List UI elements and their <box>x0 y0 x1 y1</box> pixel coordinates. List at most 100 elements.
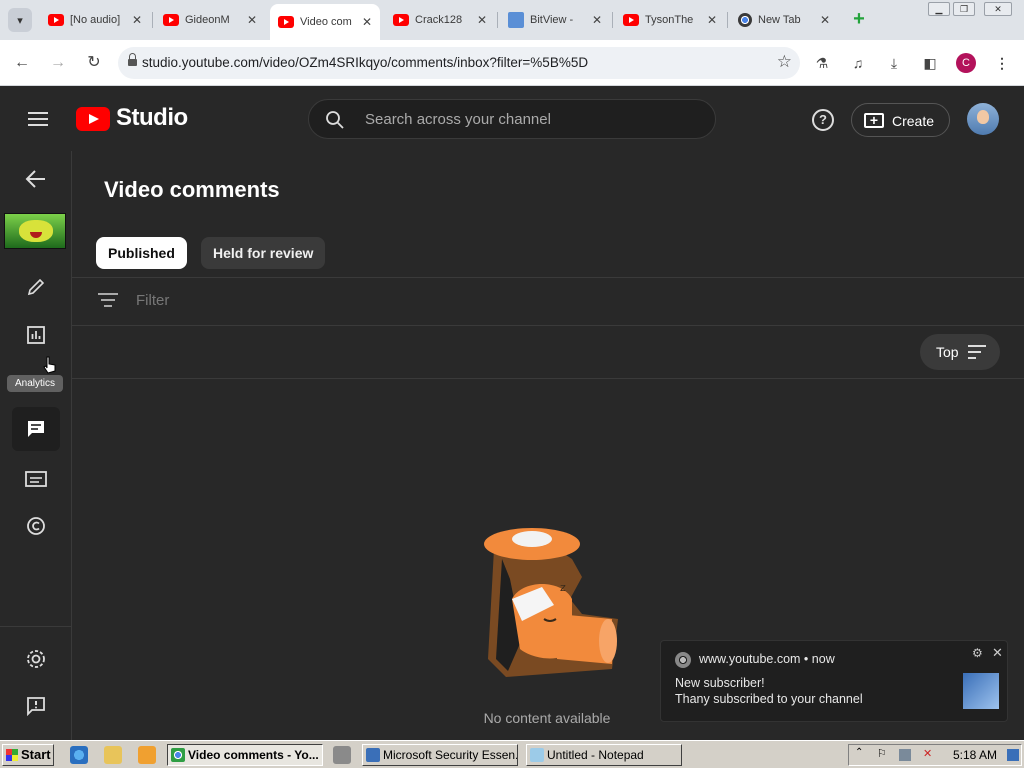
profile-avatar[interactable]: C <box>956 53 976 73</box>
subscriber-notification[interactable]: www.youtube.com • now ⚙ ✕ New subscriber… <box>660 640 1008 722</box>
clock[interactable]: 5:18 AM <box>953 748 997 762</box>
close-icon[interactable]: ✕ <box>362 15 372 29</box>
windows-flag-icon <box>6 749 18 761</box>
search-icon <box>326 111 344 129</box>
notepad-icon <box>530 748 544 762</box>
reload-icon[interactable]: ↻ <box>83 52 105 74</box>
close-icon[interactable]: ✕ <box>477 13 487 27</box>
security-shield-icon[interactable] <box>333 746 351 764</box>
restore-button[interactable]: ❐ <box>953 2 975 16</box>
tab-published[interactable]: Published <box>96 237 187 269</box>
nav-comments[interactable] <box>12 407 60 451</box>
tab-bitview[interactable]: BitView - ✕ <box>500 6 610 34</box>
labs-flask-icon[interactable]: ⚗ <box>811 52 833 74</box>
channel-search-bar[interactable]: Search across your channel <box>308 99 716 139</box>
tab-new-tab[interactable]: New Tab ✕ <box>730 6 838 34</box>
tab-label: Video com <box>300 16 352 28</box>
lock-icon[interactable] <box>128 53 137 68</box>
folder-icon[interactable] <box>104 746 122 764</box>
side-panel-icon[interactable]: ◧ <box>919 52 941 74</box>
filter-input[interactable]: Filter <box>136 292 169 309</box>
gear-icon[interactable]: ⚙ <box>972 646 983 660</box>
tab-tyson[interactable]: TysonThe ✕ <box>615 6 725 34</box>
youtube-logo-icon[interactable] <box>76 107 110 131</box>
tab-held-for-review[interactable]: Held for review <box>201 237 326 269</box>
kebab-menu-icon[interactable]: ⋮ <box>991 52 1013 74</box>
taskbar-window-label: Microsoft Security Essen... <box>383 748 518 762</box>
start-label: Start <box>21 747 51 762</box>
internet-explorer-icon[interactable] <box>70 746 88 764</box>
bookmark-star-icon[interactable]: ☆ <box>777 52 792 72</box>
help-icon[interactable]: ? <box>812 109 834 131</box>
gear-icon <box>27 650 45 668</box>
tab-crack128[interactable]: Crack128 ✕ <box>385 6 495 34</box>
empty-state-illustration: z <box>484 528 618 677</box>
new-tab-button[interactable]: + <box>848 9 870 31</box>
youtube-icon <box>278 16 294 28</box>
tab-video-comments[interactable]: Video com ✕ <box>270 4 380 40</box>
media-control-icon[interactable]: ♫ <box>847 52 869 74</box>
taskbar-window-security[interactable]: Microsoft Security Essen... <box>362 744 518 766</box>
close-icon[interactable]: ✕ <box>247 13 257 27</box>
close-icon[interactable]: ✕ <box>707 13 717 27</box>
close-icon[interactable]: ✕ <box>820 13 830 27</box>
arrow-left-icon <box>25 170 45 188</box>
video-thumbnail[interactable] <box>4 213 66 249</box>
address-toolbar: ← → ↻ studio.youtube.com/video/OZm4SRIkq… <box>0 40 1024 86</box>
close-icon[interactable]: ✕ <box>592 13 602 27</box>
notification-host: www.youtube.com <box>699 652 801 666</box>
nav-analytics[interactable] <box>12 313 60 357</box>
nav-copyright[interactable] <box>12 504 60 548</box>
sort-button[interactable]: Top <box>920 334 1000 370</box>
tab-label: BitView - <box>530 14 574 26</box>
notification-thumbnail <box>963 673 999 709</box>
forward-icon[interactable]: → <box>47 52 69 74</box>
taskbar-window-notepad[interactable]: Untitled - Notepad <box>526 744 682 766</box>
download-icon[interactable]: ⤓ <box>883 52 905 74</box>
notification-time: now <box>811 652 835 666</box>
system-tray: ⌃ ⚐ ✕ 5:18 AM <box>848 744 1022 766</box>
tab-gideon[interactable]: GideonM ✕ <box>155 6 265 34</box>
tab-search-button[interactable]: ▾ <box>8 8 32 32</box>
rail-divider <box>0 626 72 627</box>
house-shield-icon <box>366 748 380 762</box>
chrome-icon <box>738 13 752 27</box>
filter-icon[interactable] <box>98 293 118 307</box>
nav-subtitles[interactable] <box>12 457 60 501</box>
close-icon[interactable]: ✕ <box>132 13 142 27</box>
tab-no-audio[interactable]: [No audio] ✕ <box>40 6 150 34</box>
address-bar[interactable]: studio.youtube.com/video/OZm4SRIkqyo/com… <box>118 47 800 79</box>
url-text[interactable]: studio.youtube.com/video/OZm4SRIkqyo/com… <box>142 55 588 70</box>
back-to-content-button[interactable] <box>12 157 60 201</box>
network-icon[interactable] <box>899 749 911 761</box>
divider <box>72 277 1024 278</box>
hamburger-menu-icon[interactable] <box>28 112 48 126</box>
nav-send-feedback[interactable] <box>12 684 60 728</box>
taskbar-window-label: Untitled - Notepad <box>547 748 644 762</box>
studio-logo-text[interactable]: Studio <box>116 104 188 132</box>
media-player-icon[interactable] <box>138 746 156 764</box>
chrome-icon <box>171 748 185 762</box>
create-button[interactable]: + Create <box>851 103 950 137</box>
notification-title: New subscriber! <box>675 676 765 690</box>
taskbar-window-chrome[interactable]: Video comments - Yo... <box>167 744 323 766</box>
nav-details[interactable] <box>12 265 60 309</box>
back-icon[interactable]: ← <box>11 52 33 74</box>
volume-muted-icon[interactable]: ✕ <box>923 747 935 760</box>
mouse-hand-cursor-icon <box>43 356 56 374</box>
tab-label: Crack128 <box>415 14 463 26</box>
minimize-button[interactable]: ▁ <box>928 2 950 16</box>
notification-body: Thany subscribed to your channel <box>675 692 863 706</box>
channel-avatar[interactable] <box>967 103 999 135</box>
nav-settings[interactable] <box>12 637 60 681</box>
search-placeholder[interactable]: Search across your channel <box>365 111 551 128</box>
chevron-up-icon[interactable]: ⌃ <box>855 747 867 759</box>
close-icon[interactable]: ✕ <box>992 645 1003 661</box>
notification-separator: • <box>803 652 809 666</box>
copyright-icon <box>27 517 45 535</box>
window-close-button[interactable]: ✕ <box>984 2 1012 16</box>
youtube-icon <box>48 14 64 26</box>
monitor-icon[interactable] <box>1007 749 1019 761</box>
flag-icon[interactable]: ⚐ <box>877 747 889 760</box>
start-button[interactable]: Start <box>2 744 54 766</box>
